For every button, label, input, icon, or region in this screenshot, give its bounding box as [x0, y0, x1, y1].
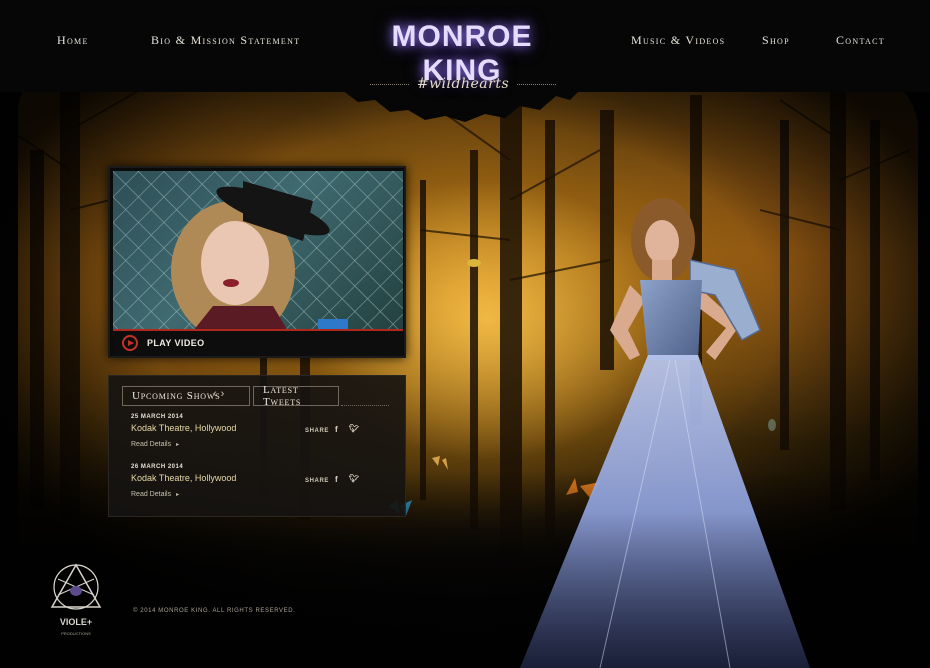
tab-latest-tweets[interactable]: Latest Tweets [253, 384, 339, 408]
bird-yellow [467, 259, 481, 267]
video-thumbnail[interactable] [113, 171, 403, 331]
read-details-label: Read Details [131, 441, 172, 448]
nav-contact[interactable]: Contact [836, 33, 885, 48]
play-video-button[interactable]: PLAY VIDEO [147, 338, 205, 348]
show-date: 26 MARCH 2014 [131, 464, 184, 470]
nav-bio-mission[interactable]: Bio & Mission Statement [151, 33, 300, 48]
video-panel: PLAY VIDEO [108, 166, 406, 358]
chevron-right-icon[interactable]: › [221, 388, 229, 400]
facebook-icon[interactable]: f [335, 475, 338, 484]
model-figure [520, 198, 810, 668]
arrow-right-icon: ▸ [176, 492, 180, 498]
logo-subtext: PRODUCTIONS [61, 631, 91, 636]
hashtag-banner: #wildhearts [370, 74, 556, 94]
nav-shop[interactable]: Shop [762, 33, 790, 48]
logo-text: VIOLE+ [60, 617, 92, 627]
facebook-icon[interactable]: f [335, 425, 338, 434]
arrow-right-icon: ▸ [176, 442, 180, 448]
show-date: 25 MARCH 2014 [131, 414, 184, 420]
twitter-icon[interactable]: 🐦︎ [349, 424, 359, 433]
read-details-label: Read Details [131, 491, 172, 498]
chevron-left-icon[interactable]: ‹ [213, 388, 221, 400]
nav-music-videos[interactable]: Music & Videos [631, 33, 725, 48]
shows-pager: ‹› [213, 388, 228, 400]
shows-panel: Upcoming Shows ‹› Latest Tweets 25 MARCH… [108, 375, 406, 517]
hashtag-rule-right [517, 83, 556, 85]
tab-upcoming-shows-label: Upcoming Shows [132, 390, 221, 402]
nav-home[interactable]: Home [57, 33, 89, 48]
share-label: SHARE [305, 478, 330, 484]
twitter-icon[interactable]: 🐦︎ [349, 474, 359, 483]
hashtag-text: #wildhearts [416, 76, 510, 92]
video-thumbnail-art [113, 171, 403, 331]
copyright-text: © 2014 MONROE KING. ALL RIGHTS RESERVED. [133, 608, 296, 614]
hashtag-rule-left [370, 83, 409, 85]
triangle-logo-icon[interactable]: VIOLE+ PRODUCTIONS [48, 561, 104, 645]
read-details-link[interactable]: Read Details ▸ [131, 491, 391, 498]
tab-upcoming-shows[interactable]: Upcoming Shows [122, 386, 250, 406]
butterfly-gold [432, 456, 448, 470]
share-label: SHARE [305, 428, 330, 434]
tab-divider [341, 405, 389, 406]
play-circle-icon[interactable] [122, 335, 138, 351]
read-details-link[interactable]: Read Details ▸ [131, 441, 391, 448]
tab-latest-tweets-label: Latest Tweets [263, 384, 302, 408]
